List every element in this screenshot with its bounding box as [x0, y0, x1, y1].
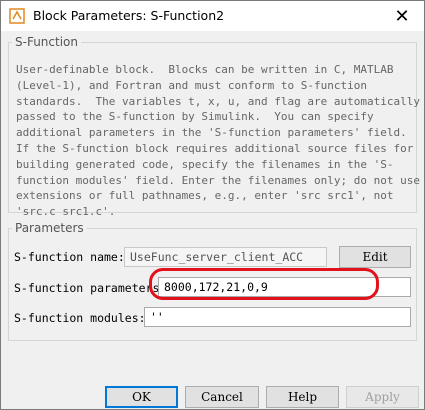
help-label: Help — [287, 390, 318, 404]
close-icon: ✕ — [394, 5, 410, 27]
apply-button[interactable]: Apply — [346, 386, 419, 408]
edit-button[interactable]: Edit — [339, 246, 411, 268]
apply-label: Apply — [365, 390, 400, 404]
help-button[interactable]: Help — [266, 386, 339, 408]
sfunction-name-label: S-function name: — [14, 250, 125, 264]
sfunction-modules-field[interactable]: '' — [144, 307, 411, 327]
sfunction-parameters-label: S-function parameters — [14, 281, 160, 295]
title-bar[interactable]: Block Parameters: S-Function2 ✕ — [1, 1, 424, 31]
sfunction-name-field[interactable]: UseFunc_server_client_ACC — [124, 247, 327, 267]
sfunction-modules-label: S-function modules: — [14, 311, 146, 325]
window-title: Block Parameters: S-Function2 — [33, 8, 225, 23]
sfunction-description-group: S-Function User-definable block. Blocks … — [8, 35, 420, 218]
dialog-window: Block Parameters: S-Function2 ✕ S-Functi… — [0, 0, 425, 410]
description-text: User-definable block. Blocks can be writ… — [16, 63, 420, 219]
sfunction-parameters-field[interactable]: 8000,172,21,0,9 — [158, 277, 411, 297]
sfunction-legend: S-Function — [15, 35, 78, 49]
cancel-button[interactable]: Cancel — [185, 386, 259, 408]
ok-button[interactable]: OK — [105, 386, 178, 408]
ok-label: OK — [132, 390, 151, 404]
simulink-block-icon — [9, 8, 25, 24]
cancel-label: Cancel — [201, 390, 243, 404]
close-button[interactable]: ✕ — [380, 1, 424, 31]
parameters-legend: Parameters — [15, 221, 84, 235]
